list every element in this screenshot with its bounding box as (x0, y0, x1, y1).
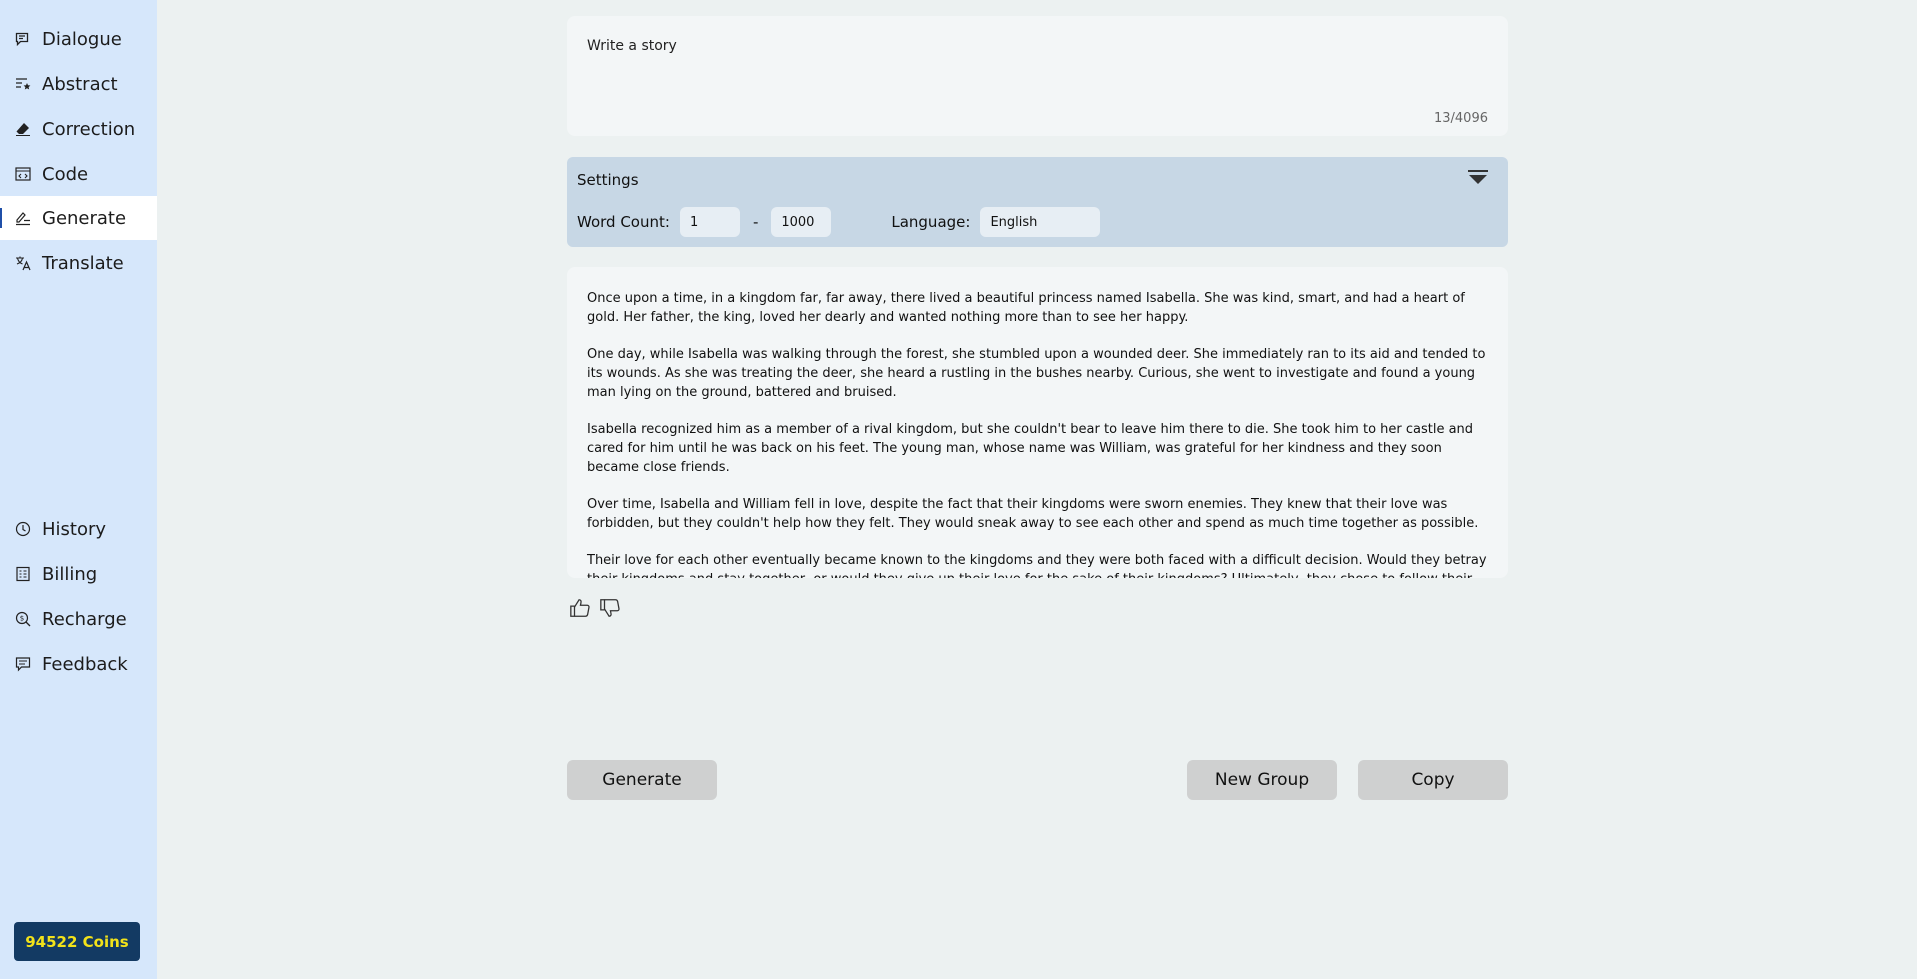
new-group-button[interactable]: New Group (1187, 760, 1337, 800)
generate-button[interactable]: Generate (567, 760, 717, 800)
sidebar-item-label: History (42, 518, 107, 540)
sidebar-item-billing[interactable]: Billing (0, 552, 157, 596)
collapse-triangle-icon[interactable] (1466, 169, 1490, 189)
sidebar-item-label: Dialogue (42, 28, 122, 50)
range-separator: - (752, 213, 759, 231)
sidebar-item-dialogue[interactable]: Dialogue (0, 17, 157, 61)
word-count-max-input[interactable] (771, 207, 832, 237)
sidebar-item-recharge[interactable]: $ Recharge (0, 597, 157, 641)
settings-panel: Settings Word Count: - Language: English (567, 157, 1508, 247)
output-paragraph: Once upon a time, in a kingdom far, far … (587, 291, 1465, 325)
prompt-input[interactable]: Write a story 13/4096 (567, 16, 1508, 136)
code-icon (14, 165, 32, 183)
sidebar-item-label: Feedback (42, 653, 128, 675)
coin-search-icon: $ (14, 610, 32, 628)
list-star-icon (14, 75, 32, 93)
output-paragraph: Isabella recognized him as a member of a… (587, 422, 1474, 475)
settings-title: Settings (577, 171, 639, 189)
sidebar-item-label: Billing (42, 563, 98, 585)
coins-balance-button[interactable]: 94522 Coins (14, 922, 140, 961)
svg-text:$: $ (20, 615, 24, 623)
rating-icons (567, 596, 623, 620)
output-text: Once upon a time, in a kingdom far, far … (587, 289, 1492, 578)
output-paragraph: Their love for each other eventually bec… (587, 553, 1487, 578)
sidebar: Dialogue Abstract Correction Code Genera… (0, 0, 157, 979)
sidebar-item-correction[interactable]: Correction (0, 107, 157, 151)
sidebar-item-label: Abstract (42, 73, 118, 95)
sidebar-item-translate[interactable]: Translate (0, 241, 157, 285)
copy-button[interactable]: Copy (1358, 760, 1508, 800)
sidebar-item-generate[interactable]: Generate (0, 196, 157, 240)
prompt-text: Write a story (587, 38, 677, 54)
char-count: 13/4096 (1433, 111, 1488, 126)
word-count-min-input[interactable] (679, 207, 740, 237)
sidebar-item-abstract[interactable]: Abstract (0, 62, 157, 106)
clock-icon (14, 520, 32, 538)
sidebar-item-feedback[interactable]: Feedback (0, 642, 157, 686)
sidebar-item-code[interactable]: Code (0, 152, 157, 196)
eraser-icon (14, 120, 32, 138)
thumbs-down-icon[interactable] (597, 596, 623, 620)
output-paragraph: One day, while Isabella was walking thro… (587, 347, 1486, 400)
sidebar-item-label: Recharge (42, 608, 127, 630)
thumbs-up-icon[interactable] (567, 596, 593, 620)
language-label: Language: (891, 213, 971, 231)
sidebar-item-label: Generate (42, 207, 127, 229)
receipt-icon (14, 565, 32, 583)
translate-icon (14, 254, 32, 272)
sidebar-item-history[interactable]: History (0, 507, 157, 551)
sidebar-item-label: Translate (42, 252, 124, 274)
sidebar-item-label: Correction (42, 118, 136, 140)
pen-lines-icon (14, 209, 32, 227)
word-count-label: Word Count: (577, 213, 670, 231)
output-paragraph: Over time, Isabella and William fell in … (587, 497, 1479, 531)
chat-icon (14, 30, 32, 48)
language-select[interactable]: English (980, 207, 1101, 237)
feedback-icon (14, 655, 32, 673)
sidebar-item-label: Code (42, 163, 89, 185)
settings-row: Word Count: - Language: English (577, 207, 1101, 237)
output-panel[interactable]: Once upon a time, in a kingdom far, far … (567, 267, 1508, 578)
